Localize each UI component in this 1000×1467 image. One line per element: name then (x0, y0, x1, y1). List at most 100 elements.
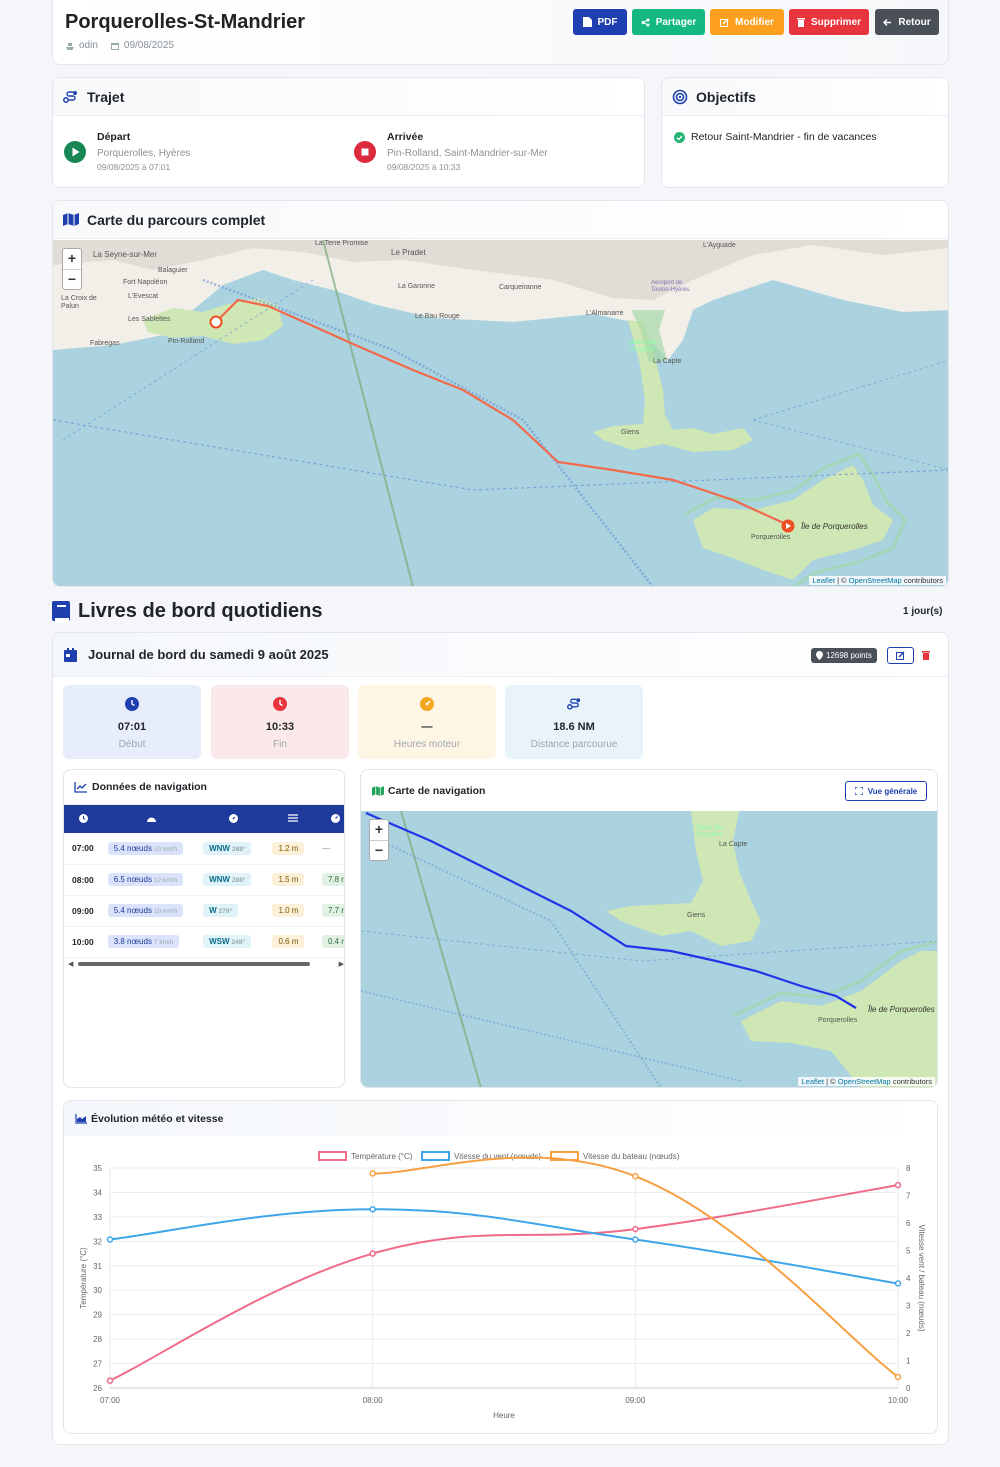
y-left-tick-label: 31 (93, 1262, 102, 1271)
osm-link[interactable]: OpenStreetMap (838, 1077, 891, 1086)
page-title: Porquerolles-St-Mandrier (65, 11, 306, 33)
header-card: Porquerolles-St-Mandrier odin 09/08/2025… (52, 0, 949, 65)
map-label-carqueiranne: Carqueiranne (499, 284, 542, 291)
scroll-thumb[interactable] (78, 962, 310, 966)
calendar-icon (110, 42, 119, 50)
book-icon (52, 601, 70, 623)
row-wind: WNW 288° (199, 833, 269, 865)
row-extra: 7.7 r (317, 895, 344, 927)
zoom-out-button[interactable]: − (370, 840, 388, 860)
logs-count: 1 jour(s) (903, 606, 943, 617)
objectifs-title: Objectifs (696, 88, 756, 105)
pdf-button[interactable]: PDF (573, 9, 627, 35)
weather-speed-chart: 2627282930313233343501234567807:00 08:00 0… (79, 1151, 926, 1420)
nav-map-label-la-capte: La Capte (719, 841, 748, 848)
back-button[interactable]: Retour (875, 9, 939, 35)
row-wave: 0.6 m (268, 926, 318, 958)
row-time: 09:00 (64, 895, 104, 927)
table-row: 08:00 6.5 nœuds 12 km/h WNW 288° 1.5 m 7.8 r (64, 864, 344, 896)
nav-map[interactable]: Salins des Pesquiers La Capte Giens Île … (361, 811, 937, 1087)
line-chart-icon (74, 781, 87, 793)
y-left-tick-label: 30 (93, 1286, 102, 1295)
x-tick-label: 09:00 (625, 1396, 646, 1405)
row-speed: 3.8 nœuds 7 km/h (103, 926, 200, 958)
stat-start-value: 07:01 (117, 721, 147, 733)
map-label-fabregas: Fabregas (90, 340, 120, 347)
edit-button[interactable]: Modifier (710, 9, 784, 35)
legend-swatch (421, 1151, 450, 1161)
y-right-tick-label: 7 (906, 1192, 911, 1201)
full-map[interactable]: La Seyne-sur-Mer Le Pradet L'Ayguade La … (53, 240, 948, 586)
map-label-airport: Aéroport de Toulon-Hyères (651, 280, 690, 293)
scroll-left-arrow[interactable]: ◀ (68, 960, 73, 968)
map-label-pin-rolland: Pin-Rolland (168, 338, 205, 345)
journal-delete-icon[interactable] (922, 650, 930, 660)
nav-map-label-ile-de-porquerolles: Île de Porquerolles (868, 1005, 935, 1014)
stat-end: 10:33 Fin (211, 685, 349, 759)
y-right-tick-label: 3 (906, 1302, 911, 1311)
row-speed: 5.4 nœuds 10 km/h (103, 895, 200, 927)
leaflet-link[interactable]: Leaflet (812, 576, 835, 585)
row-wind: W 279° (199, 895, 269, 927)
journal-edit-button[interactable] (887, 647, 914, 664)
x-tick-label: 07:00 (100, 1396, 121, 1405)
map-label-la-terre-promise: La Terre Promise (315, 240, 369, 247)
nav-map-attribution: Leaflet | © OpenStreetMap contributors (798, 1077, 935, 1086)
nav-map-zoom-control: + − (369, 819, 389, 861)
objectifs-card: Objectifs Retour Saint-Mandrier - fin de… (661, 77, 949, 188)
share-button[interactable]: Partager (632, 9, 705, 35)
y-right-axis-label: Vitesse vent / bateau (nœuds) (917, 1224, 926, 1331)
map-label-la-capte: La Capte (653, 358, 682, 365)
water-icon (288, 814, 299, 822)
y-left-tick-label: 29 (93, 1311, 102, 1320)
delete-button[interactable]: Supprimer (789, 9, 869, 35)
table-row: 07:00 5.4 nœuds 10 km/h WNW 288° 1.2 m — (64, 833, 344, 865)
osm-link[interactable]: OpenStreetMap (849, 576, 902, 585)
y-right-tick-label: 0 (906, 1384, 911, 1393)
full-map-zoom-control: + − (62, 248, 82, 290)
series-line (109, 1184, 899, 1382)
edit-icon (720, 17, 729, 27)
map-label-salins: Salins des Pesquiers (629, 340, 657, 353)
legend-label: Vitesse du bateau (nœuds) (583, 1152, 680, 1161)
play-icon (64, 141, 86, 163)
zoom-in-button[interactable]: + (370, 820, 388, 840)
map-label-les-sablettes: Les Sablettes (128, 316, 171, 323)
full-map-header: Carte du parcours complet (53, 201, 948, 239)
map-label-la-croix-de-palun: La Croix de Palun (61, 295, 97, 310)
leaflet-link[interactable]: Leaflet (801, 1077, 824, 1086)
y-right-tick-label: 8 (906, 1164, 911, 1173)
nav-data-card: Données de navigation 07:00 5.4 nœuds 10 k… (63, 769, 345, 1088)
stop-icon (354, 141, 376, 163)
stat-engine-hours: — Heures moteur (358, 685, 496, 759)
data-point (369, 1170, 376, 1177)
departure-time: 09/08/2025 à 07:01 (97, 161, 171, 172)
map-marker-icon (816, 651, 823, 660)
row-speed: 6.5 nœuds 12 km/h (103, 864, 200, 896)
trash-icon (796, 18, 805, 27)
stat-start-label: Début (118, 739, 146, 750)
map-label-fort-napoleon: Fort Napoléon (123, 279, 168, 286)
horizontal-scrollbar[interactable]: ◀ ▶ (68, 960, 344, 968)
zoom-in-button[interactable]: + (63, 249, 81, 269)
nav-data-table-wrap[interactable]: 07:00 5.4 nœuds 10 km/h WNW 288° 1.2 m —08:00 6… (64, 805, 344, 958)
trip-date: 09/08/2025 (123, 40, 174, 51)
compass-icon (229, 813, 239, 823)
map-label-le-pradet: Le Pradet (391, 248, 426, 257)
y-left-axis-label: Température (°C) (79, 1247, 88, 1309)
stat-distance-value: 18.6 NM (553, 721, 595, 733)
row-time: 08:00 (64, 864, 104, 896)
objective-item: Retour Saint-Mandrier - fin de vacances (674, 131, 877, 143)
overview-button[interactable]: Vue générale (845, 781, 927, 801)
map-icon (372, 785, 384, 796)
stat-end-value: 10:33 (265, 721, 295, 733)
trajet-card: Trajet Départ Porquerolles, Hyères 09/08… (52, 77, 645, 188)
map-attribution: Leaflet | © OpenStreetMap contributors (809, 576, 946, 585)
stat-distance: 18.6 NM Distance parcourue (505, 685, 643, 759)
check-circle-icon (674, 131, 685, 143)
scroll-right-arrow[interactable]: ▶ (339, 960, 344, 968)
departure-label: Départ (97, 131, 131, 143)
map-label-balaguier: Balaguier (158, 267, 188, 274)
full-map-card: Carte du parcours complet La Seyne-sur-M… (52, 200, 949, 587)
zoom-out-button[interactable]: − (63, 269, 81, 289)
